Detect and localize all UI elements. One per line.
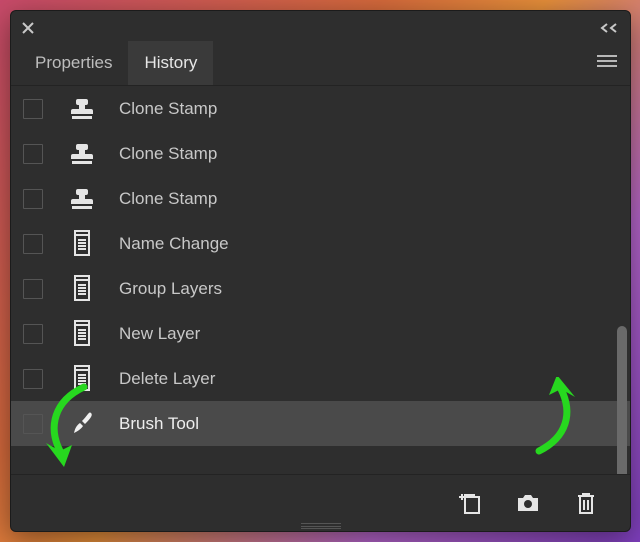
close-icon[interactable] <box>21 21 35 35</box>
snapshot-checkbox[interactable] <box>23 324 43 344</box>
snapshot-checkbox[interactable] <box>23 414 43 434</box>
history-row-label: Group Layers <box>119 279 222 299</box>
history-row-label: Clone Stamp <box>119 189 217 209</box>
resize-grip[interactable] <box>301 523 341 529</box>
stamp-icon <box>67 184 97 214</box>
panel-tabs: Properties History <box>11 41 630 86</box>
tab-properties[interactable]: Properties <box>19 41 128 85</box>
document-icon <box>67 274 97 304</box>
history-row[interactable]: Clone Stamp <box>11 86 630 131</box>
history-row[interactable]: Group Layers <box>11 266 630 311</box>
history-row-label: Clone Stamp <box>119 99 217 119</box>
stamp-icon <box>67 94 97 124</box>
trash-icon[interactable] <box>572 489 600 517</box>
history-row-label: New Layer <box>119 324 200 344</box>
scrollbar-thumb[interactable] <box>617 326 627 474</box>
panel-menu-icon[interactable] <box>584 44 630 83</box>
document-icon <box>67 229 97 259</box>
snapshot-checkbox[interactable] <box>23 234 43 254</box>
history-row-label: Clone Stamp <box>119 144 217 164</box>
history-row-label: Name Change <box>119 234 229 254</box>
snapshot-checkbox[interactable] <box>23 189 43 209</box>
history-row[interactable]: Name Change <box>11 221 630 266</box>
new-document-from-state-icon[interactable] <box>456 489 484 517</box>
snapshot-camera-icon[interactable] <box>514 489 542 517</box>
tab-history[interactable]: History <box>128 41 213 85</box>
history-row-label: Delete Layer <box>119 369 215 389</box>
history-row-label: Brush Tool <box>119 414 199 434</box>
history-row[interactable]: Clone Stamp <box>11 131 630 176</box>
history-row[interactable]: New Layer <box>11 311 630 356</box>
document-icon <box>67 364 97 394</box>
document-icon <box>67 319 97 349</box>
history-panel: Properties History Clone Stamp Clone Sta… <box>10 10 631 532</box>
brush-icon <box>67 409 97 439</box>
panel-titlebar <box>11 11 630 41</box>
snapshot-checkbox[interactable] <box>23 99 43 119</box>
history-row[interactable]: Brush Tool <box>11 401 630 446</box>
snapshot-checkbox[interactable] <box>23 144 43 164</box>
snapshot-checkbox[interactable] <box>23 279 43 299</box>
collapse-icon[interactable] <box>598 22 620 34</box>
history-row[interactable]: Delete Layer <box>11 356 630 401</box>
history-row[interactable]: Clone Stamp <box>11 176 630 221</box>
stamp-icon <box>67 139 97 169</box>
snapshot-checkbox[interactable] <box>23 369 43 389</box>
history-list: Clone Stamp Clone Stamp Clone Stamp Name… <box>11 86 630 474</box>
